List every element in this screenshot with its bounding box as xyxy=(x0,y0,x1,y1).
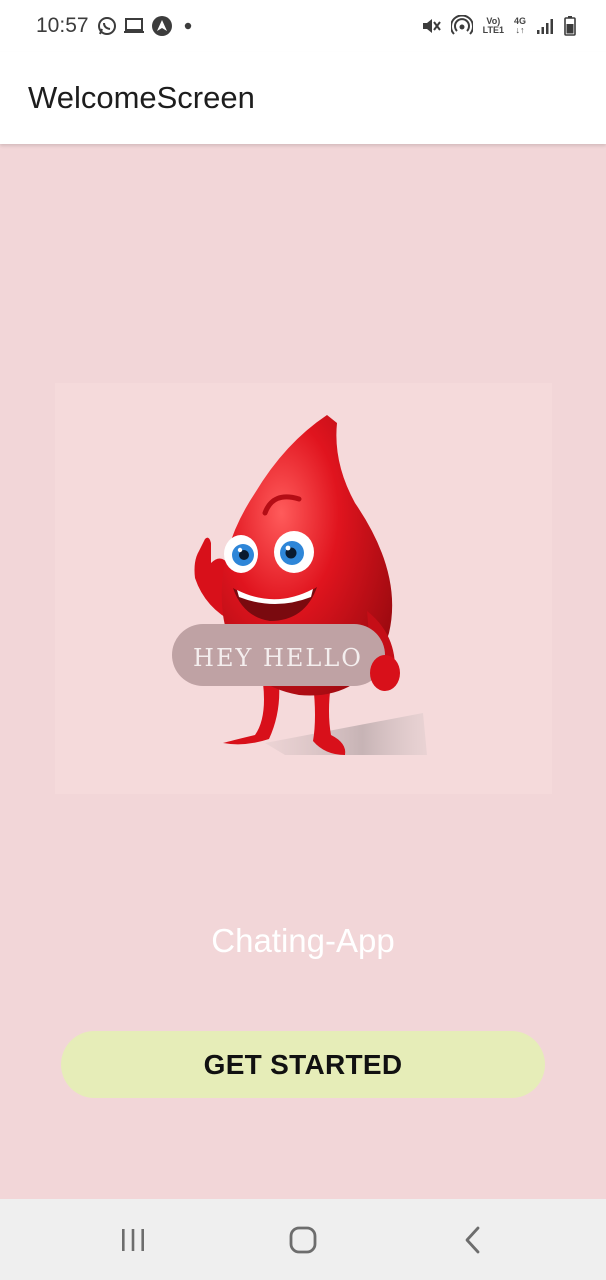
get-started-button[interactable]: GET STARTED xyxy=(61,1031,545,1098)
status-right-icons: Vo) LTE1 4G ↓↑ xyxy=(421,15,576,37)
welcome-screen: 10:57 Vo) LTE1 4G ↓↑ WelcomeScreen HEY H… xyxy=(0,0,606,1280)
recent-apps-icon xyxy=(122,1228,144,1251)
home-button[interactable] xyxy=(258,1199,348,1280)
status-bar: 10:57 Vo) LTE1 4G ↓↑ xyxy=(0,0,606,52)
recent-apps-button[interactable] xyxy=(88,1199,178,1280)
welcome-illustration: HEY HELLO xyxy=(55,383,552,794)
navigation-bar xyxy=(0,1199,606,1280)
signal-icon xyxy=(536,17,554,35)
whatsapp-icon xyxy=(97,16,117,36)
network-arrows-label: ↓↑ xyxy=(515,25,525,35)
mute-icon xyxy=(421,16,441,36)
home-icon xyxy=(289,1226,317,1253)
sign-text: HEY HELLO xyxy=(193,644,363,672)
battery-icon xyxy=(564,16,576,36)
dot-icon xyxy=(179,21,197,31)
status-time: 10:57 xyxy=(36,14,89,37)
app-bar: WelcomeScreen xyxy=(0,52,606,144)
back-icon xyxy=(465,1226,480,1253)
hotspot-icon xyxy=(450,15,473,37)
volte-bottom-label: LTE1 xyxy=(482,25,504,35)
back-button[interactable] xyxy=(428,1199,518,1280)
status-left-icons xyxy=(97,15,197,37)
nav-arrow-icon xyxy=(151,15,173,37)
volte-icon: Vo) LTE1 xyxy=(483,17,504,35)
laptop-icon xyxy=(123,17,145,35)
blood-drop-mascot-image: HEY HELLO xyxy=(172,415,427,755)
page-title: WelcomeScreen xyxy=(28,80,255,115)
app-name-label: Chating-App xyxy=(211,922,395,959)
4g-icon: 4G ↓↑ xyxy=(514,17,526,35)
